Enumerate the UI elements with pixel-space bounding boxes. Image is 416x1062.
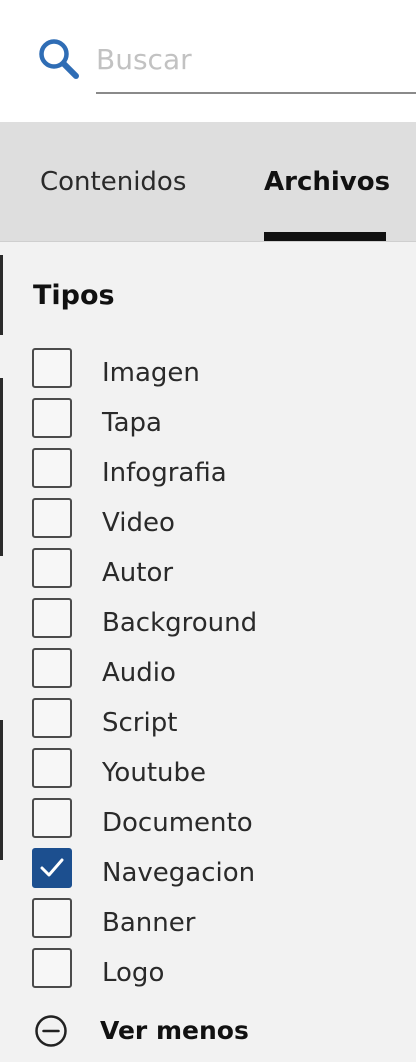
checkbox[interactable]	[32, 948, 72, 988]
checkbox[interactable]	[32, 698, 72, 738]
checkbox[interactable]	[32, 898, 72, 938]
type-filter-label: Imagen	[102, 358, 200, 388]
type-filter-item[interactable]: Documento	[0, 796, 416, 846]
type-filter-label: Background	[102, 608, 258, 638]
type-filter-label: Logo	[102, 958, 165, 988]
type-filter-item[interactable]: Youtube	[0, 746, 416, 796]
checkbox[interactable]	[32, 798, 72, 838]
checkbox-checked[interactable]	[32, 848, 72, 888]
type-filter-item[interactable]: Script	[0, 696, 416, 746]
type-filter-item[interactable]: Autor	[0, 546, 416, 596]
type-filter-label: Audio	[102, 658, 176, 688]
type-filter-item[interactable]: Banner	[0, 896, 416, 946]
type-filter-item[interactable]: Infografia	[0, 446, 416, 496]
type-filter-label: Documento	[102, 808, 253, 838]
section-title-tipos: Tipos	[33, 280, 115, 311]
type-filter-label: Autor	[102, 558, 174, 588]
type-filter-label: Script	[102, 708, 178, 738]
active-tab-indicator	[264, 232, 386, 241]
type-filter-item[interactable]: Navegacion	[0, 846, 416, 896]
search-icon[interactable]	[36, 36, 82, 82]
type-filter-item[interactable]: Video	[0, 496, 416, 546]
type-filter-label: Navegacion	[102, 858, 256, 888]
tab-contenidos[interactable]: Contenidos	[40, 122, 186, 242]
type-filter-item[interactable]: Imagen	[0, 346, 416, 396]
type-filter-item[interactable]: Background	[0, 596, 416, 646]
checkbox[interactable]	[32, 448, 72, 488]
tab-archivos[interactable]: Archivos	[264, 122, 390, 242]
type-filter-label: Tapa	[102, 408, 162, 438]
type-filter-item[interactable]: Logo	[0, 946, 416, 996]
type-filter-label: Video	[102, 508, 175, 538]
type-filter-label: Youtube	[102, 758, 206, 788]
checkbox[interactable]	[32, 548, 72, 588]
checkbox[interactable]	[32, 598, 72, 638]
tab-bar: Contenidos Archivos	[0, 122, 416, 242]
checkmark-icon	[40, 858, 64, 877]
checkbox[interactable]	[32, 648, 72, 688]
ver-menos-label: Ver menos	[100, 1016, 249, 1045]
minus-circle-icon	[35, 1015, 67, 1047]
checkbox[interactable]	[32, 498, 72, 538]
search-bar	[0, 0, 416, 122]
checkbox[interactable]	[32, 748, 72, 788]
type-filter-label: Infografia	[102, 458, 227, 488]
search-input[interactable]	[96, 26, 416, 94]
type-filter-item[interactable]: Audio	[0, 646, 416, 696]
type-filter-item[interactable]: Tapa	[0, 396, 416, 446]
filter-panel: Tipos Imagen Tapa Infografia Video Autor…	[0, 242, 416, 1062]
checkbox[interactable]	[32, 348, 72, 388]
type-filter-label: Banner	[102, 908, 196, 938]
checkbox[interactable]	[32, 398, 72, 438]
